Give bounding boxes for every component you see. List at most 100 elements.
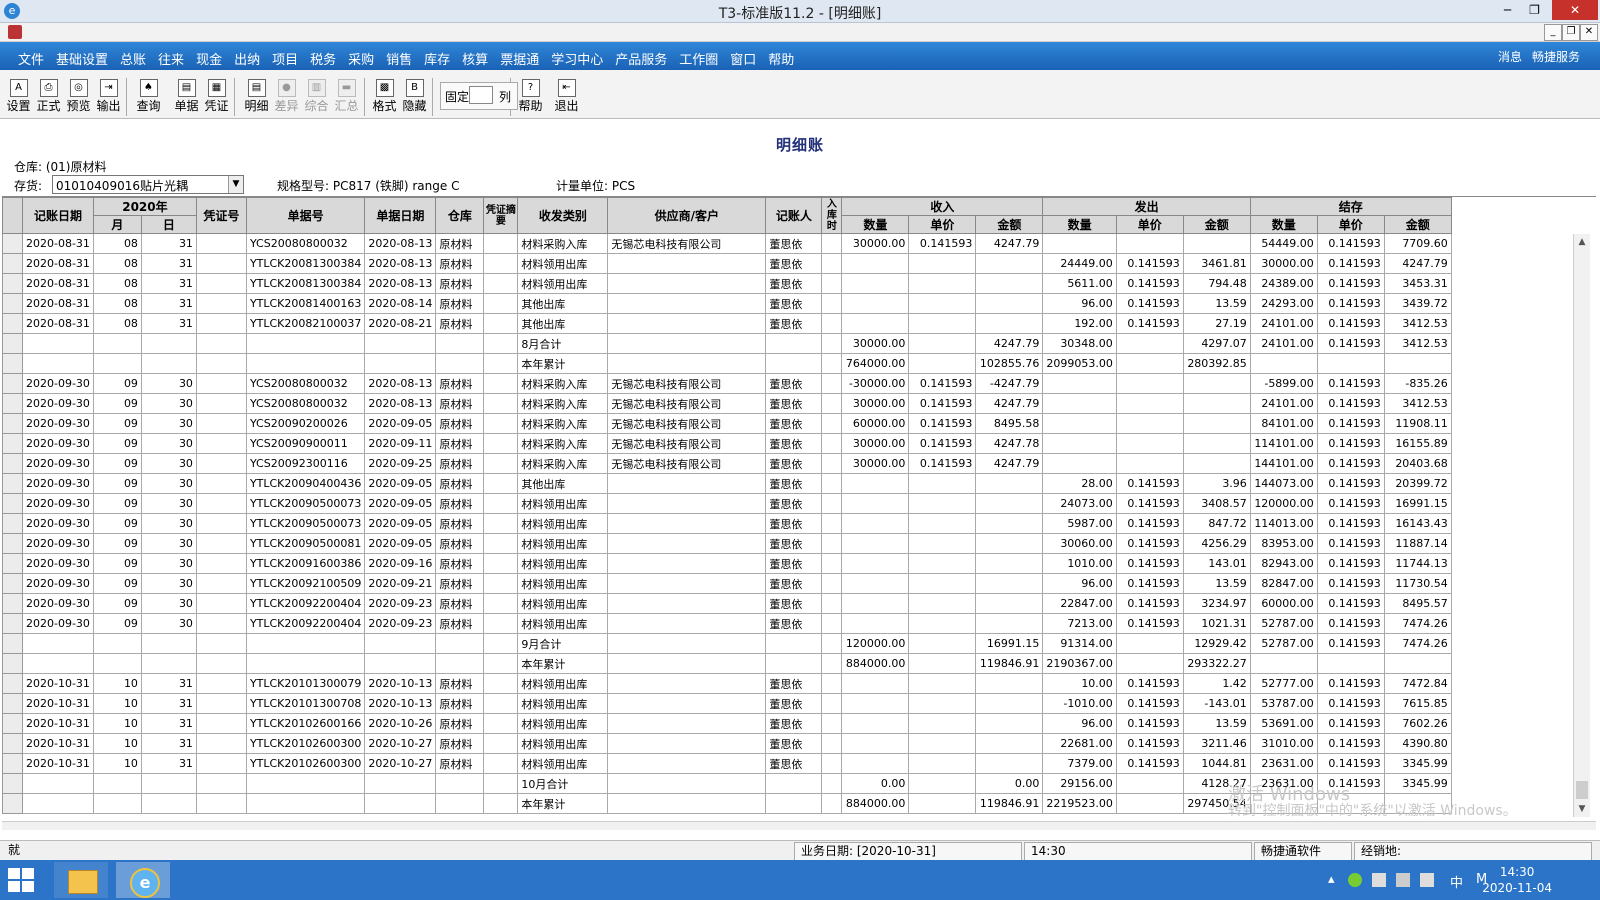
table-row[interactable]: 2020-08-31 08 31 YTLCK20081400163 2020-08-14… — [2, 293, 1458, 314]
table-cell[interactable]: YTLCK20090500081 — [245, 533, 366, 554]
table-cell[interactable]: 3408.57 — [1182, 493, 1251, 514]
table-cell[interactable]: 2190367.00 — [1042, 653, 1117, 674]
table-cell[interactable]: 1.42 — [1182, 673, 1251, 694]
menu-item-13[interactable]: 学习中心 — [545, 49, 609, 68]
table-cell[interactable] — [140, 333, 197, 354]
table-cell[interactable] — [821, 413, 843, 434]
menu-item-6[interactable]: 项目 — [266, 49, 304, 68]
table-cell[interactable]: 7474.26 — [1383, 633, 1452, 654]
toolbar-button-5[interactable]: ▤ 单据 — [172, 78, 201, 116]
toolbar-button-13[interactable]: ? 帮助 — [516, 78, 545, 116]
table-row[interactable]: 2020-08-31 08 31 YCS20080800032 2020-08-13 原材… — [2, 233, 1458, 254]
table-cell[interactable] — [841, 533, 910, 554]
table-cell[interactable] — [1249, 353, 1318, 374]
table-cell[interactable] — [483, 413, 519, 434]
table-cell[interactable] — [1182, 373, 1251, 394]
table-cell[interactable]: -143.01 — [1182, 693, 1251, 714]
table-cell[interactable] — [483, 333, 519, 354]
toolbar-button-2[interactable]: ◎ 预览 — [64, 78, 93, 116]
table-cell[interactable] — [908, 653, 977, 674]
table-cell[interactable]: 0.00 — [975, 773, 1044, 794]
table-cell[interactable] — [908, 753, 977, 774]
row-selector[interactable] — [2, 373, 23, 394]
table-cell[interactable] — [607, 713, 767, 734]
table-cell[interactable] — [1115, 233, 1184, 254]
table-cell[interactable]: YTLCK20102600300 — [245, 753, 366, 774]
table-cell[interactable]: 09 — [92, 573, 142, 594]
table-cell[interactable]: YCS20080800032 — [245, 233, 366, 254]
table-cell[interactable] — [435, 353, 485, 374]
menu-item-9[interactable]: 销售 — [380, 49, 418, 68]
table-cell[interactable]: 30 — [140, 453, 197, 474]
table-cell[interactable] — [483, 733, 519, 754]
table-cell[interactable] — [821, 253, 843, 274]
table-cell[interactable]: 9月合计 — [517, 633, 609, 654]
table-cell[interactable]: 2020-10-26 — [364, 713, 437, 734]
table-cell[interactable]: 2020-09-21 — [364, 573, 437, 594]
table-cell[interactable] — [607, 653, 767, 674]
table-cell[interactable]: 96.00 — [1042, 293, 1117, 314]
table-cell[interactable]: YTLCK20092200404 — [245, 593, 366, 614]
table-cell[interactable]: 60000.00 — [841, 413, 910, 434]
table-cell[interactable] — [908, 493, 977, 514]
table-cell[interactable]: 董思依 — [765, 753, 823, 774]
table-cell[interactable]: 董思依 — [765, 233, 823, 254]
table-cell[interactable]: 54449.00 — [1249, 233, 1318, 254]
table-cell[interactable]: 30 — [140, 473, 197, 494]
table-cell[interactable]: 114101.00 — [1249, 433, 1318, 454]
table-cell[interactable]: 30348.00 — [1042, 333, 1117, 354]
table-cell[interactable]: 董思依 — [765, 693, 823, 714]
table-cell[interactable]: 2020-08-31 — [22, 293, 94, 314]
table-cell[interactable]: 13.59 — [1182, 573, 1251, 594]
table-cell[interactable] — [765, 353, 823, 374]
table-cell[interactable]: 董思依 — [765, 593, 823, 614]
table-cell[interactable] — [92, 773, 142, 794]
table-cell[interactable]: 30 — [140, 573, 197, 594]
table-cell[interactable] — [607, 633, 767, 654]
table-cell[interactable]: YCS20092300116 — [245, 453, 366, 474]
table-row[interactable]: 本年累计 884000.00 119846.91 2190367.00 293322.2… — [2, 653, 1458, 674]
table-cell[interactable]: 31 — [140, 753, 197, 774]
table-cell[interactable] — [821, 393, 843, 414]
row-selector[interactable] — [2, 413, 23, 434]
table-cell[interactable]: 30000.00 — [841, 233, 910, 254]
table-cell[interactable] — [841, 573, 910, 594]
table-cell[interactable] — [195, 393, 247, 414]
row-selector[interactable] — [2, 253, 23, 274]
table-cell[interactable] — [821, 373, 843, 394]
table-cell[interactable]: 原材料 — [435, 593, 485, 614]
table-cell[interactable]: 24073.00 — [1042, 493, 1117, 514]
table-cell[interactable]: 0.141593 — [1316, 493, 1385, 514]
table-cell[interactable]: 96.00 — [1042, 713, 1117, 734]
table-cell[interactable]: 0.141593 — [1115, 753, 1184, 774]
table-cell[interactable]: 2020-10-27 — [364, 753, 437, 774]
table-cell[interactable]: 董思依 — [765, 453, 823, 474]
table-cell[interactable]: 0.141593 — [908, 413, 977, 434]
table-cell[interactable]: 10.00 — [1042, 673, 1117, 694]
table-cell[interactable]: 材料领用出库 — [517, 533, 609, 554]
table-cell[interactable]: 31 — [140, 253, 197, 274]
table-cell[interactable]: 4247.79 — [975, 333, 1044, 354]
table-cell[interactable]: 09 — [92, 453, 142, 474]
table-cell[interactable]: 08 — [92, 253, 142, 274]
table-cell[interactable]: 4247.79 — [975, 233, 1044, 254]
horizontal-scrollbar[interactable] — [2, 821, 1596, 830]
table-cell[interactable]: 10月合计 — [517, 773, 609, 794]
table-cell[interactable]: 30 — [140, 513, 197, 534]
table-cell[interactable]: 其他出库 — [517, 293, 609, 314]
table-cell[interactable] — [908, 473, 977, 494]
table-cell[interactable]: 原材料 — [435, 413, 485, 434]
table-cell[interactable]: 材料领用出库 — [517, 253, 609, 274]
table-cell[interactable]: 30 — [140, 553, 197, 574]
table-cell[interactable]: 2020-09-30 — [22, 553, 94, 574]
table-cell[interactable]: 0.141593 — [1316, 533, 1385, 554]
table-row[interactable]: 2020-09-30 09 30 YTLCK20092200404 2020-09-23… — [2, 593, 1458, 614]
table-cell[interactable]: 09 — [92, 513, 142, 534]
table-cell[interactable] — [607, 773, 767, 794]
table-cell[interactable] — [975, 733, 1044, 754]
table-cell[interactable] — [607, 573, 767, 594]
menu-item-0[interactable]: 文件 — [12, 49, 50, 68]
table-cell[interactable]: 0.141593 — [1316, 633, 1385, 654]
table-cell[interactable] — [1182, 413, 1251, 434]
table-cell[interactable]: 13.59 — [1182, 293, 1251, 314]
